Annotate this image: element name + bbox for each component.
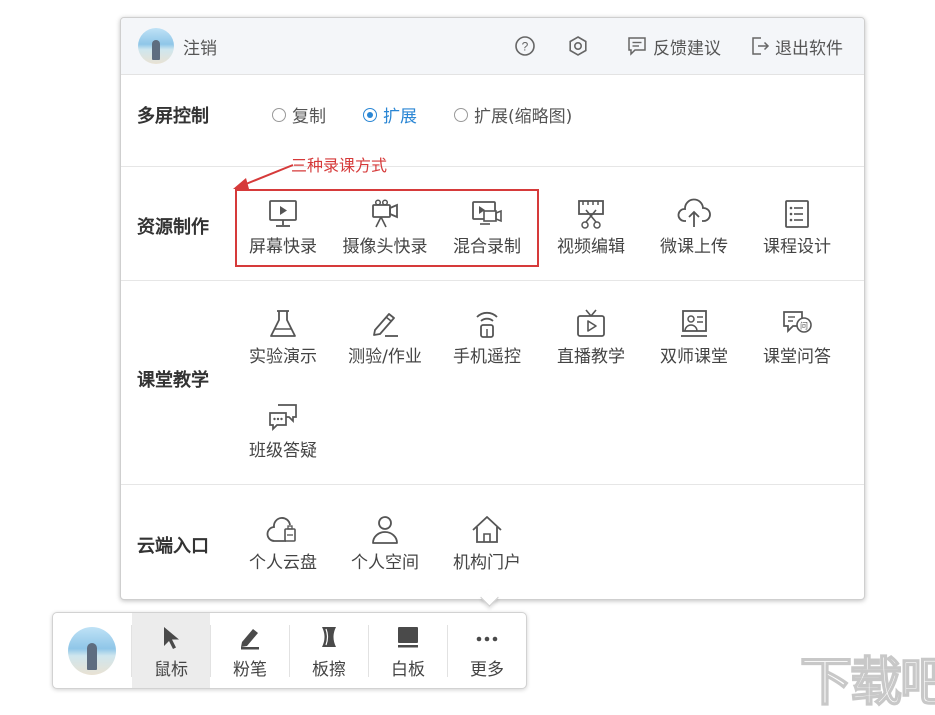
logout-button[interactable]: 注销 (183, 34, 217, 59)
tool-class-answer[interactable]: 班级答疑 (233, 402, 333, 461)
feedback-button[interactable]: 反馈建议 (653, 34, 721, 59)
toolbar-chalk-button[interactable]: 粉笔 (211, 613, 289, 688)
toolbar-more-button[interactable]: 更多 (448, 613, 526, 688)
tool-label: 个人云盘 (233, 548, 333, 573)
tool-label: 视频编辑 (541, 232, 641, 257)
annotation-arrow-icon (229, 158, 299, 193)
toolbar-label: 白板 (369, 655, 447, 680)
radio-label: 扩展 (383, 102, 417, 127)
home-icon (470, 514, 504, 546)
tool-label: 微课上传 (644, 232, 744, 257)
tool-label: 班级答疑 (233, 436, 333, 461)
more-dots-icon (474, 624, 500, 650)
section-divider (121, 484, 864, 485)
radio-indicator (454, 108, 468, 122)
wireless-remote-icon (470, 308, 504, 340)
toolbar-label: 更多 (448, 655, 526, 680)
tool-dual-teacher[interactable]: 双师课堂 (644, 308, 744, 367)
toolbar-whiteboard-button[interactable]: 白板 (369, 613, 447, 688)
toolbar-avatar[interactable] (68, 627, 116, 675)
section-divider (121, 280, 864, 281)
feedback-icon[interactable] (626, 35, 648, 57)
tool-label: 手机遥控 (437, 342, 537, 367)
radio-extend-thumbnail[interactable]: 扩展(缩略图) (454, 102, 572, 127)
tool-mixed-record[interactable]: 混合录制 (437, 198, 537, 257)
tool-camera-record[interactable]: 摄像头快录 (335, 198, 435, 257)
tool-label: 直播教学 (541, 342, 641, 367)
mixed-record-icon (470, 198, 504, 230)
list-document-icon (780, 198, 814, 230)
monitor-play-icon (266, 198, 300, 230)
tool-quiz-homework[interactable]: 测验/作业 (335, 308, 435, 367)
tool-micro-upload[interactable]: 微课上传 (644, 198, 744, 257)
teacher-board-icon (677, 308, 711, 340)
radio-indicator (272, 108, 286, 122)
toolbar-label: 板擦 (290, 655, 368, 680)
tool-label: 课堂问答 (747, 342, 847, 367)
video-camera-icon (368, 198, 402, 230)
tool-live-teaching[interactable]: 直播教学 (541, 308, 641, 367)
tool-label: 双师课堂 (644, 342, 744, 367)
row-label-multiscreen: 多屏控制 (137, 102, 209, 128)
tool-label: 个人空间 (335, 548, 435, 573)
toolbar-mouse-button[interactable]: 鼠标 (132, 613, 210, 688)
cursor-arrow-icon (158, 624, 184, 650)
exit-icon[interactable] (749, 35, 771, 57)
row-label-resources: 资源制作 (137, 213, 209, 239)
cloud-disk-icon (266, 514, 300, 546)
svg-text:?: ? (522, 40, 529, 54)
exit-button[interactable]: 退出软件 (775, 34, 843, 59)
cloud-upload-icon (677, 198, 711, 230)
user-icon (368, 514, 402, 546)
pen-edit-icon (368, 308, 402, 340)
tool-course-design[interactable]: 课程设计 (747, 198, 847, 257)
eraser-icon (316, 624, 342, 650)
flask-icon (266, 308, 300, 340)
radio-copy[interactable]: 复制 (272, 102, 326, 127)
tool-label: 课程设计 (747, 232, 847, 257)
tool-phone-remote[interactable]: 手机遥控 (437, 308, 537, 367)
film-edit-icon (574, 198, 608, 230)
toolbar-eraser-button[interactable]: 板擦 (290, 613, 368, 688)
question-bubble-icon: 问 (780, 308, 814, 340)
radio-indicator (363, 108, 377, 122)
tool-video-edit[interactable]: 视频编辑 (541, 198, 641, 257)
tool-label: 测验/作业 (335, 342, 435, 367)
tool-label: 混合录制 (437, 232, 537, 257)
row-label-cloud: 云端入口 (137, 532, 209, 558)
tool-personal-cloud[interactable]: 个人云盘 (233, 514, 333, 573)
svg-text:问: 问 (800, 322, 808, 331)
toolbar-label: 鼠标 (132, 655, 210, 680)
user-avatar[interactable] (138, 28, 174, 64)
row-label-classroom: 课堂教学 (137, 366, 209, 392)
help-icon[interactable]: ? (514, 35, 536, 57)
tool-label: 摄像头快录 (335, 232, 435, 257)
radio-label: 复制 (292, 102, 326, 127)
whiteboard-icon (395, 624, 421, 650)
bottom-toolbar: 鼠标 粉笔 板擦 白板 更多 (52, 612, 527, 689)
tool-org-portal[interactable]: 机构门户 (437, 514, 537, 573)
tv-play-icon (574, 308, 608, 340)
tool-experiment-demo[interactable]: 实验演示 (233, 308, 333, 367)
chat-bubbles-icon (266, 402, 300, 434)
tool-label: 实验演示 (233, 342, 333, 367)
settings-icon[interactable] (567, 35, 589, 57)
chalk-icon (237, 624, 263, 650)
function-panel: 注销 ? 反馈建议 退出软件 多屏控制 复制 扩展 扩展(缩略 (120, 17, 865, 600)
radio-label: 扩展(缩略图) (474, 102, 572, 127)
annotation-text: 三种录课方式 (291, 152, 387, 176)
tool-label: 机构门户 (437, 548, 537, 573)
tool-personal-space[interactable]: 个人空间 (335, 514, 435, 573)
toolbar-label: 粉笔 (211, 655, 289, 680)
tool-screen-record[interactable]: 屏幕快录 (233, 198, 333, 257)
tool-class-qa[interactable]: 问 课堂问答 (747, 308, 847, 367)
panel-header: 注销 ? 反馈建议 退出软件 (121, 18, 864, 75)
radio-extend[interactable]: 扩展 (363, 102, 417, 127)
tool-label: 屏幕快录 (233, 232, 333, 257)
